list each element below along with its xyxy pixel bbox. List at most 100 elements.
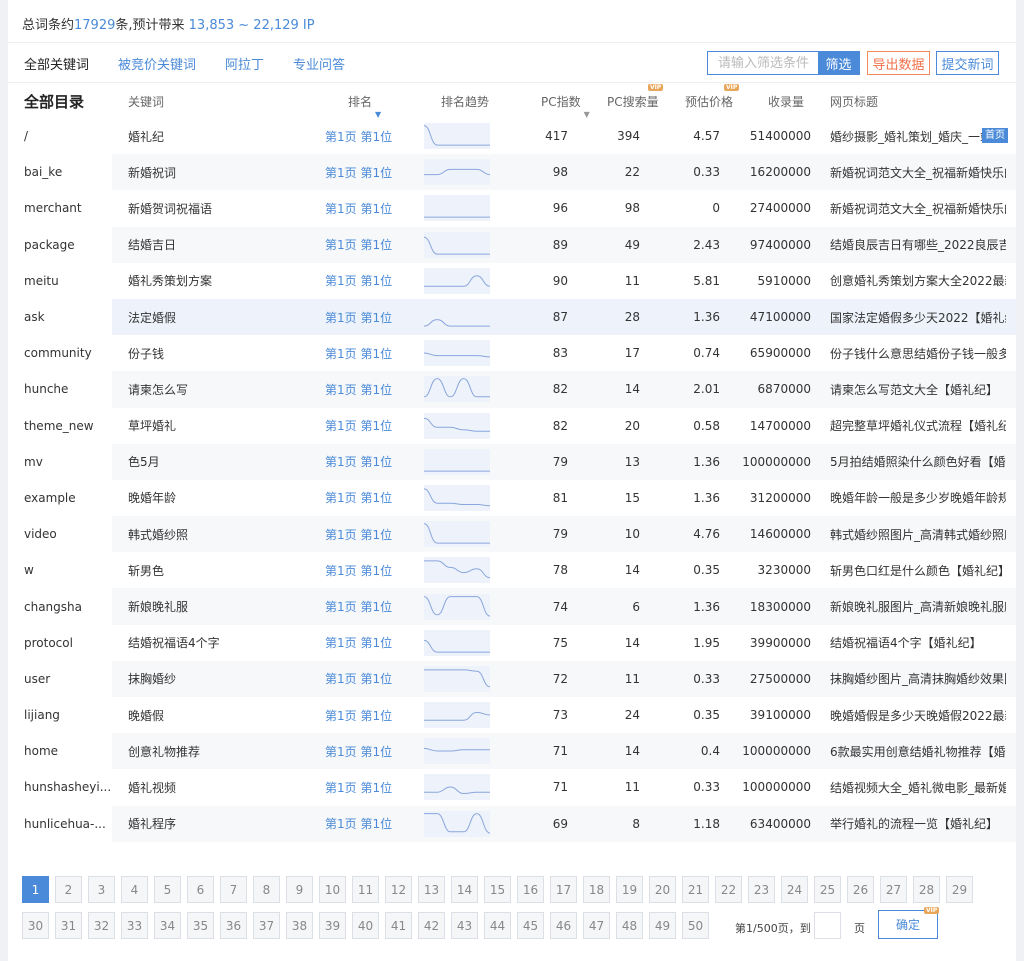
row-directory[interactable]: changsha (8, 588, 112, 625)
table-row[interactable]: example 晚婚年龄 第1页 第1位 81 15 1.36 31200000 晚婚年龄一般… (8, 479, 1016, 517)
page-button[interactable]: 15 (484, 876, 511, 903)
page-button[interactable]: 49 (649, 912, 676, 939)
row-directory[interactable]: user (8, 660, 112, 697)
row-rank-link[interactable]: 第1页 第1位 (325, 263, 392, 299)
page-button[interactable]: 33 (121, 912, 148, 939)
page-button[interactable]: 43 (451, 912, 478, 939)
row-page-title[interactable]: 抹胸婚纱图片_高清抹胸婚纱效果图... (830, 661, 1006, 697)
row-page-title[interactable]: 创意婚礼秀策划方案大全2022最新... (830, 263, 1006, 299)
table-row[interactable]: / 婚礼纪 第1页 第1位 417 394 4.57 51400000 婚纱摄影_婚礼策划_婚… (8, 118, 1016, 155)
row-directory[interactable]: example (8, 479, 112, 517)
row-directory[interactable]: / (8, 118, 112, 155)
page-button[interactable]: 11 (352, 876, 379, 903)
table-row[interactable]: package 结婚吉日 第1页 第1位 89 49 2.43 97400000 结婚良辰吉日… (8, 226, 1016, 263)
page-button[interactable]: 19 (616, 876, 643, 903)
row-directory[interactable]: theme_new (8, 407, 112, 444)
table-row[interactable]: community 份子钱 第1页 第1位 83 17 0.74 65900000 份子钱什么… (8, 335, 1016, 372)
page-button[interactable]: 48 (616, 912, 643, 939)
row-directory[interactable]: package (8, 226, 112, 263)
page-button[interactable]: 34 (154, 912, 181, 939)
row-page-title[interactable]: 请柬怎么写范文大全【婚礼纪】 (830, 371, 1006, 407)
page-button[interactable]: 38 (286, 912, 313, 939)
row-rank-link[interactable]: 第1页 第1位 (325, 769, 392, 805)
tab-3[interactable]: 专业问答 (293, 54, 345, 73)
page-button[interactable]: 14 (451, 876, 478, 903)
header-rank[interactable]: 排名▼ (348, 93, 381, 119)
page-button[interactable]: 17 (550, 876, 577, 903)
table-row[interactable]: ask 法定婚假 第1页 第1位 87 28 1.36 47100000 国家法定婚假多少天2… (8, 298, 1016, 336)
page-button[interactable]: 7 (220, 876, 247, 903)
row-directory[interactable]: video (8, 516, 112, 553)
row-page-title[interactable]: 5月拍结婚照染什么颜色好看【婚礼纪】 (830, 444, 1006, 480)
tab-2[interactable]: 阿拉丁 (225, 54, 264, 73)
table-row[interactable]: mv 色5月 第1页 第1位 79 13 1.36 100000000 5月拍结婚照染什么颜色… (8, 443, 1016, 480)
page-button[interactable]: 32 (88, 912, 115, 939)
row-rank-link[interactable]: 第1页 第1位 (325, 371, 392, 407)
row-rank-link[interactable]: 第1页 第1位 (325, 697, 392, 733)
row-directory[interactable]: merchant (8, 190, 112, 227)
row-directory[interactable]: w (8, 552, 112, 589)
page-button[interactable]: 44 (484, 912, 511, 939)
page-button[interactable]: 37 (253, 912, 280, 939)
table-row[interactable]: meitu 婚礼秀策划方案 第1页 第1位 90 11 5.81 5910000 创意婚礼秀策… (8, 262, 1016, 299)
page-button[interactable]: 10 (319, 876, 346, 903)
table-row[interactable]: lijiang 晚婚假 第1页 第1位 73 24 0.35 39100000 晚婚婚假是多少… (8, 697, 1016, 734)
page-button[interactable]: 42 (418, 912, 445, 939)
header-pc-index[interactable]: PC指数▼ (541, 93, 590, 119)
row-directory[interactable]: protocol (8, 624, 112, 661)
row-directory[interactable]: ask (8, 298, 112, 336)
filter-input[interactable] (708, 52, 818, 74)
page-button[interactable]: 25 (814, 876, 841, 903)
page-button[interactable]: 5 (154, 876, 181, 903)
page-button[interactable]: 40 (352, 912, 379, 939)
filter-button[interactable]: 筛选 (818, 52, 859, 74)
page-button[interactable]: 41 (385, 912, 412, 939)
page-button[interactable]: 13 (418, 876, 445, 903)
table-row[interactable]: theme_new 草坪婚礼 第1页 第1位 82 20 0.58 14700000 超完整草… (8, 407, 1016, 444)
page-button[interactable]: 31 (55, 912, 82, 939)
page-button[interactable]: 6 (187, 876, 214, 903)
row-directory[interactable]: hunche (8, 371, 112, 408)
header-directory[interactable]: 全部目录 (24, 91, 84, 112)
row-rank-link[interactable]: 第1页 第1位 (325, 588, 392, 624)
page-button[interactable]: 35 (187, 912, 214, 939)
row-rank-link[interactable]: 第1页 第1位 (325, 299, 392, 335)
table-row[interactable]: merchant 新婚贺词祝福语 第1页 第1位 96 98 0 27400000 新婚祝词范… (8, 190, 1016, 227)
row-rank-link[interactable]: 第1页 第1位 (325, 154, 392, 190)
row-rank-link[interactable]: 第1页 第1位 (325, 552, 392, 588)
page-button[interactable]: 39 (319, 912, 346, 939)
row-rank-link[interactable]: 第1页 第1位 (325, 625, 392, 661)
row-rank-link[interactable]: 第1页 第1位 (325, 806, 392, 842)
row-page-title[interactable]: 斩男色口红是什么颜色【婚礼纪】 (830, 552, 1006, 588)
page-button[interactable]: 27 (880, 876, 907, 903)
row-rank-link[interactable]: 第1页 第1位 (325, 227, 392, 263)
row-rank-link[interactable]: 第1页 第1位 (325, 118, 392, 154)
row-page-title[interactable]: 份子钱什么意思结婚份子钱一般多少... (830, 335, 1006, 371)
table-row[interactable]: changsha 新娘晚礼服 第1页 第1位 74 6 1.36 18300000 新娘晚礼服… (8, 588, 1016, 625)
row-page-title[interactable]: 婚纱摄影_婚礼策划_婚庆_一站 (830, 118, 1006, 154)
export-data-button[interactable]: 导出数据 (867, 51, 930, 75)
page-button[interactable]: 23 (748, 876, 775, 903)
row-rank-link[interactable]: 第1页 第1位 (325, 444, 392, 480)
page-button[interactable]: 22 (715, 876, 742, 903)
row-rank-link[interactable]: 第1页 第1位 (325, 335, 392, 371)
page-button[interactable]: 2 (55, 876, 82, 903)
page-button[interactable]: 26 (847, 876, 874, 903)
table-row[interactable]: user 抹胸婚纱 第1页 第1位 72 11 0.33 27500000 抹胸婚纱图片_高清… (8, 660, 1016, 697)
page-button[interactable]: 21 (682, 876, 709, 903)
table-row[interactable]: protocol 结婚祝福语4个字 第1页 第1位 75 14 1.95 39900000 结… (8, 624, 1016, 661)
tab-1[interactable]: 被竞价关键词 (118, 54, 196, 73)
page-button[interactable]: 3 (88, 876, 115, 903)
row-rank-link[interactable]: 第1页 第1位 (325, 733, 392, 769)
page-button[interactable]: 18 (583, 876, 610, 903)
page-button[interactable]: 9 (286, 876, 313, 903)
row-rank-link[interactable]: 第1页 第1位 (325, 190, 392, 226)
row-page-title[interactable]: 新婚祝词范文大全_祝福新婚快乐的... (830, 190, 1006, 226)
table-row[interactable]: hunche 请柬怎么写 第1页 第1位 82 14 2.01 6870000 请柬怎么写范文… (8, 371, 1016, 408)
row-page-title[interactable]: 新娘晚礼服图片_高清新娘晚礼服欣赏... (830, 588, 1006, 624)
page-button[interactable]: 16 (517, 876, 544, 903)
submit-new-keyword-button[interactable]: 提交新词 (936, 51, 999, 75)
row-page-title[interactable]: 结婚视频大全_婚礼微电影_最新婚礼... (830, 769, 1006, 805)
row-page-title[interactable]: 结婚祝福语4个字【婚礼纪】 (830, 625, 1006, 661)
table-row[interactable]: hunlicehua-... 婚礼程序 第1页 第1位 69 8 1.18 63400000… (8, 805, 1016, 842)
